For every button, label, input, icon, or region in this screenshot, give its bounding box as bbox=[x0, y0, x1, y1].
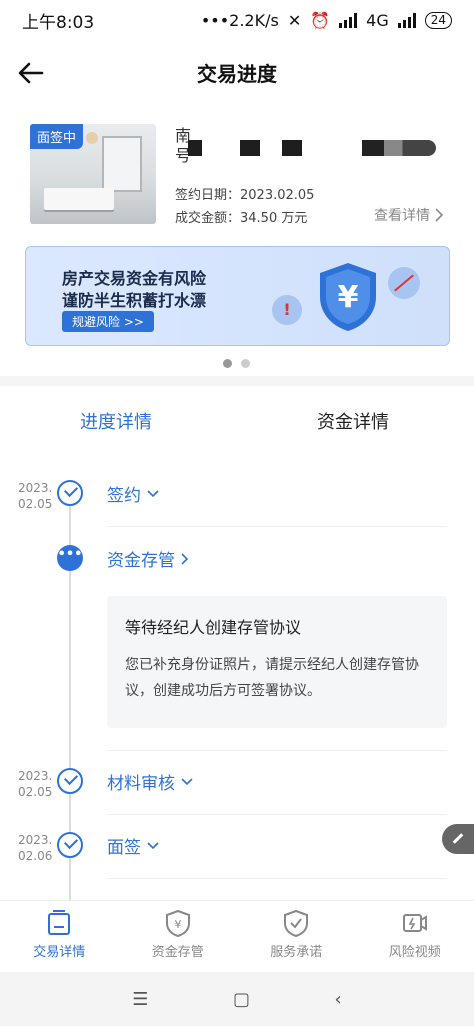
network-speed: •••2.2K/s bbox=[200, 10, 279, 30]
battery-icon: 24 bbox=[424, 11, 452, 29]
progress-timeline: 2023. 02.05 签约 ••• 资金存管 等待经纪人创建存管协议 您已补充身… bbox=[0, 460, 474, 910]
banner-headline-1: 房产交易资金有风险 bbox=[62, 269, 207, 288]
divider bbox=[107, 750, 447, 751]
notice-body: 您已补充身份证照片，请提示经纪人创建存管协议，创建成功后方可签署协议。 bbox=[125, 657, 419, 699]
divider bbox=[107, 814, 447, 815]
check-circle-icon bbox=[57, 768, 83, 794]
section-separator bbox=[0, 376, 474, 386]
in-progress-dots-icon: ••• bbox=[57, 545, 83, 571]
back-icon[interactable]: ‹ bbox=[335, 989, 342, 1010]
redaction-block bbox=[240, 140, 260, 156]
system-nav-bar: ☰ ▢ ‹ bbox=[0, 972, 474, 1026]
redaction-block bbox=[188, 140, 202, 156]
edit-pencil-icon[interactable] bbox=[442, 824, 474, 854]
bottom-tab-label: 服务承诺 bbox=[270, 945, 323, 960]
detail-tabs: 进度详情 资金详情 bbox=[0, 400, 474, 446]
status-bar: 上午8:03 •••2.2K/s ✕ ⏰ 4G 24 bbox=[0, 0, 474, 40]
chevron-down-icon bbox=[147, 489, 159, 497]
signal-icon bbox=[339, 12, 358, 28]
check-shield-icon bbox=[284, 909, 309, 937]
yuan-shield-icon: ¥ bbox=[320, 263, 376, 331]
svg-text:¥: ¥ bbox=[338, 280, 359, 315]
network-type: 4G bbox=[366, 10, 389, 30]
divider bbox=[107, 526, 447, 527]
tab-progress[interactable]: 进度详情 bbox=[80, 408, 152, 434]
bottom-tab-label: 交易详情 bbox=[33, 945, 86, 960]
deal-amount: 成交金额：34.50 万元 bbox=[175, 211, 308, 226]
bottom-tab-label: 资金存管 bbox=[151, 945, 204, 960]
fraud-mask-icon bbox=[388, 267, 420, 299]
step-date: 2023. 02.05 bbox=[18, 481, 53, 511]
step-document-review[interactable]: 材料审核 bbox=[107, 769, 193, 794]
chevron-right-icon bbox=[181, 552, 189, 565]
document-box-icon bbox=[48, 910, 71, 935]
step-date: 2023. 02.05 bbox=[18, 769, 53, 799]
check-circle-icon bbox=[57, 480, 83, 506]
tab-funds[interactable]: 资金详情 bbox=[317, 408, 389, 434]
back-arrow-icon[interactable] bbox=[16, 58, 46, 88]
bottom-tab-label: 风险视频 bbox=[388, 945, 441, 960]
bottom-tab-bar: 交易详情 ¥ 资金存管 服务承诺 风险视频 bbox=[0, 900, 474, 972]
status-icons: •••2.2K/s ✕ ⏰ 4G 24 bbox=[201, 11, 452, 30]
warning-icon: ! bbox=[272, 295, 302, 325]
alarm-icon: ⏰ bbox=[310, 10, 331, 30]
mute-icon: ✕ bbox=[287, 10, 302, 30]
menu-icon[interactable]: ☰ bbox=[132, 989, 148, 1010]
bottom-tab-transaction-details[interactable]: 交易详情 bbox=[0, 901, 119, 972]
bottom-tab-fund-custody[interactable]: ¥ 资金存管 bbox=[119, 901, 238, 972]
step-interview[interactable]: 面签 bbox=[107, 833, 159, 858]
chevron-right-icon bbox=[435, 208, 444, 222]
bottom-tab-service-promise[interactable]: 服务承诺 bbox=[237, 901, 356, 972]
page-title: 交易进度 bbox=[197, 61, 277, 86]
notice-title: 等待经纪人创建存管协议 bbox=[125, 618, 302, 637]
step-sign[interactable]: 签约 bbox=[107, 481, 159, 506]
bottom-tab-risk-video[interactable]: 风险视频 bbox=[356, 901, 474, 972]
view-details-link[interactable]: 查看详情 bbox=[374, 205, 444, 225]
risk-banner[interactable]: 房产交易资金有风险 谨防半生积蓄打水漂 规避风险 >> ! ¥ bbox=[25, 246, 450, 346]
sign-date: 签约日期：2023.02.05 bbox=[175, 188, 315, 203]
redaction-block bbox=[362, 140, 436, 156]
nav-bar: 交易进度 bbox=[0, 40, 474, 104]
banner-headline-2: 谨防半生积蓄打水漂 bbox=[62, 291, 207, 310]
home-icon[interactable]: ▢ bbox=[233, 989, 250, 1010]
avoid-risk-button[interactable]: 规避风险 >> bbox=[62, 311, 154, 332]
divider bbox=[107, 878, 447, 879]
property-address: 南 号 bbox=[175, 126, 192, 165]
property-summary[interactable]: 面签中 南 号 签约日期：2023.02.05 成交金额：34.50 万元 查看… bbox=[0, 118, 474, 238]
status-time: 上午8:03 bbox=[22, 12, 95, 33]
chevron-down-icon bbox=[181, 777, 193, 785]
step-date: 2023. 02.06 bbox=[18, 833, 53, 863]
step-fund-custody[interactable]: 资金存管 bbox=[107, 546, 189, 571]
svg-text:¥: ¥ bbox=[174, 918, 181, 931]
custody-notice-card: 等待经纪人创建存管协议 您已补充身份证照片，请提示经纪人创建存管协议，创建成功后… bbox=[107, 596, 447, 728]
signal-icon-2 bbox=[397, 12, 416, 28]
chevron-down-icon bbox=[147, 841, 159, 849]
video-icon bbox=[402, 914, 427, 932]
redaction-block bbox=[282, 140, 302, 156]
property-photo: 面签中 bbox=[30, 124, 156, 224]
yuan-shield-icon: ¥ bbox=[165, 909, 190, 937]
carousel-indicator bbox=[223, 359, 250, 368]
check-circle-icon bbox=[57, 832, 83, 858]
status-badge: 面签中 bbox=[30, 124, 84, 149]
